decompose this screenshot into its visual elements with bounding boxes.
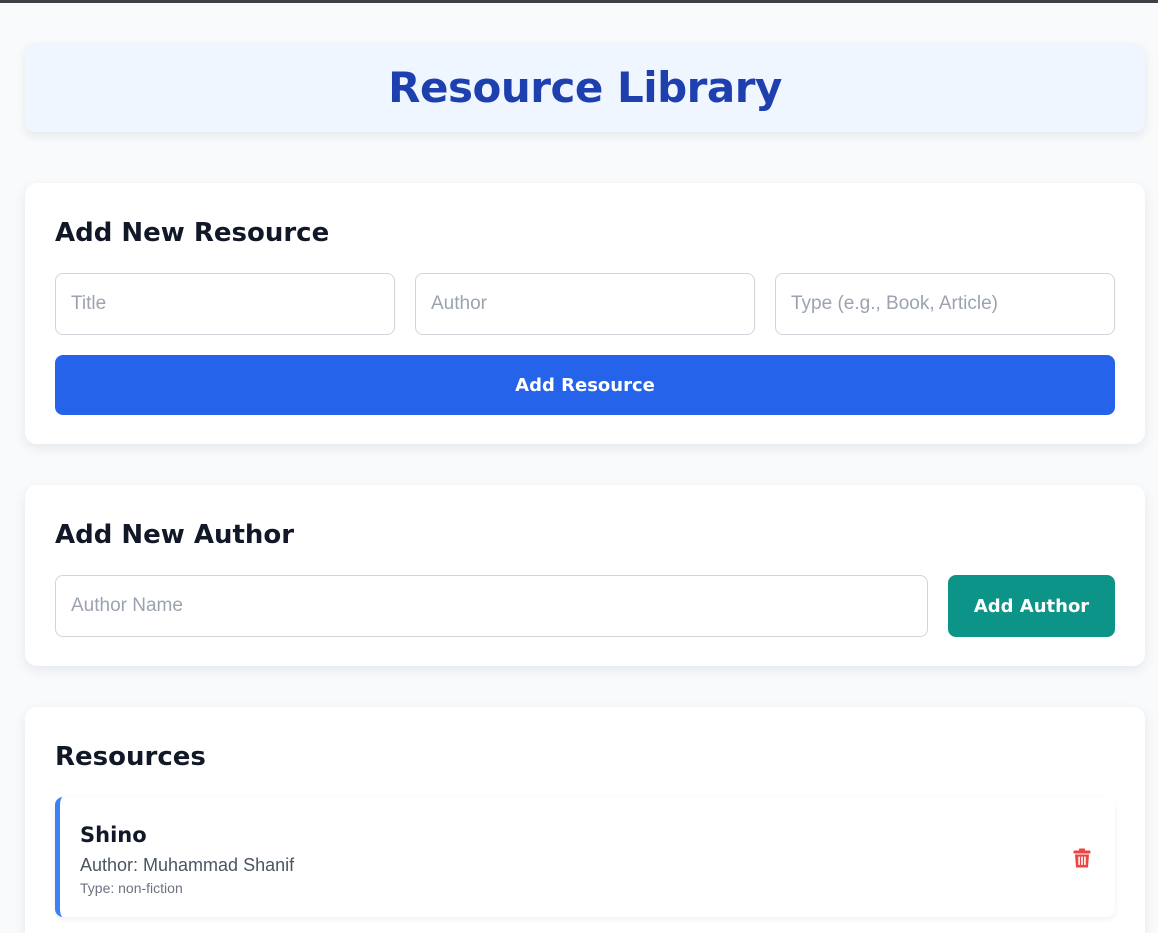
add-author-card: Add New Author Add Author [25,485,1145,666]
resource-title: Shino [80,823,147,847]
resource-item: Shino Author: Muhammad Shanif Type: non-… [55,797,1115,917]
resources-heading: Resources [55,742,206,772]
resource-type: Type: non-fiction [80,880,183,896]
author-name-input[interactable] [55,575,928,637]
add-resource-heading: Add New Resource [55,218,330,248]
page-header: Resource Library [25,43,1145,132]
add-resource-card: Add New Resource Add Resource [25,183,1145,444]
delete-resource-button[interactable] [1070,845,1094,871]
add-resource-button[interactable]: Add Resource [55,355,1115,415]
author-input[interactable] [415,273,755,335]
resources-card: Resources Shino Author: Muhammad Shanif … [25,707,1145,933]
top-border [0,0,1158,3]
page-title: Resource Library [388,63,782,112]
title-input[interactable] [55,273,395,335]
add-author-button[interactable]: Add Author [948,575,1115,637]
add-author-heading: Add New Author [55,520,295,550]
trash-icon [1073,848,1091,868]
type-input[interactable] [775,273,1115,335]
resource-author: Author: Muhammad Shanif [80,855,295,875]
